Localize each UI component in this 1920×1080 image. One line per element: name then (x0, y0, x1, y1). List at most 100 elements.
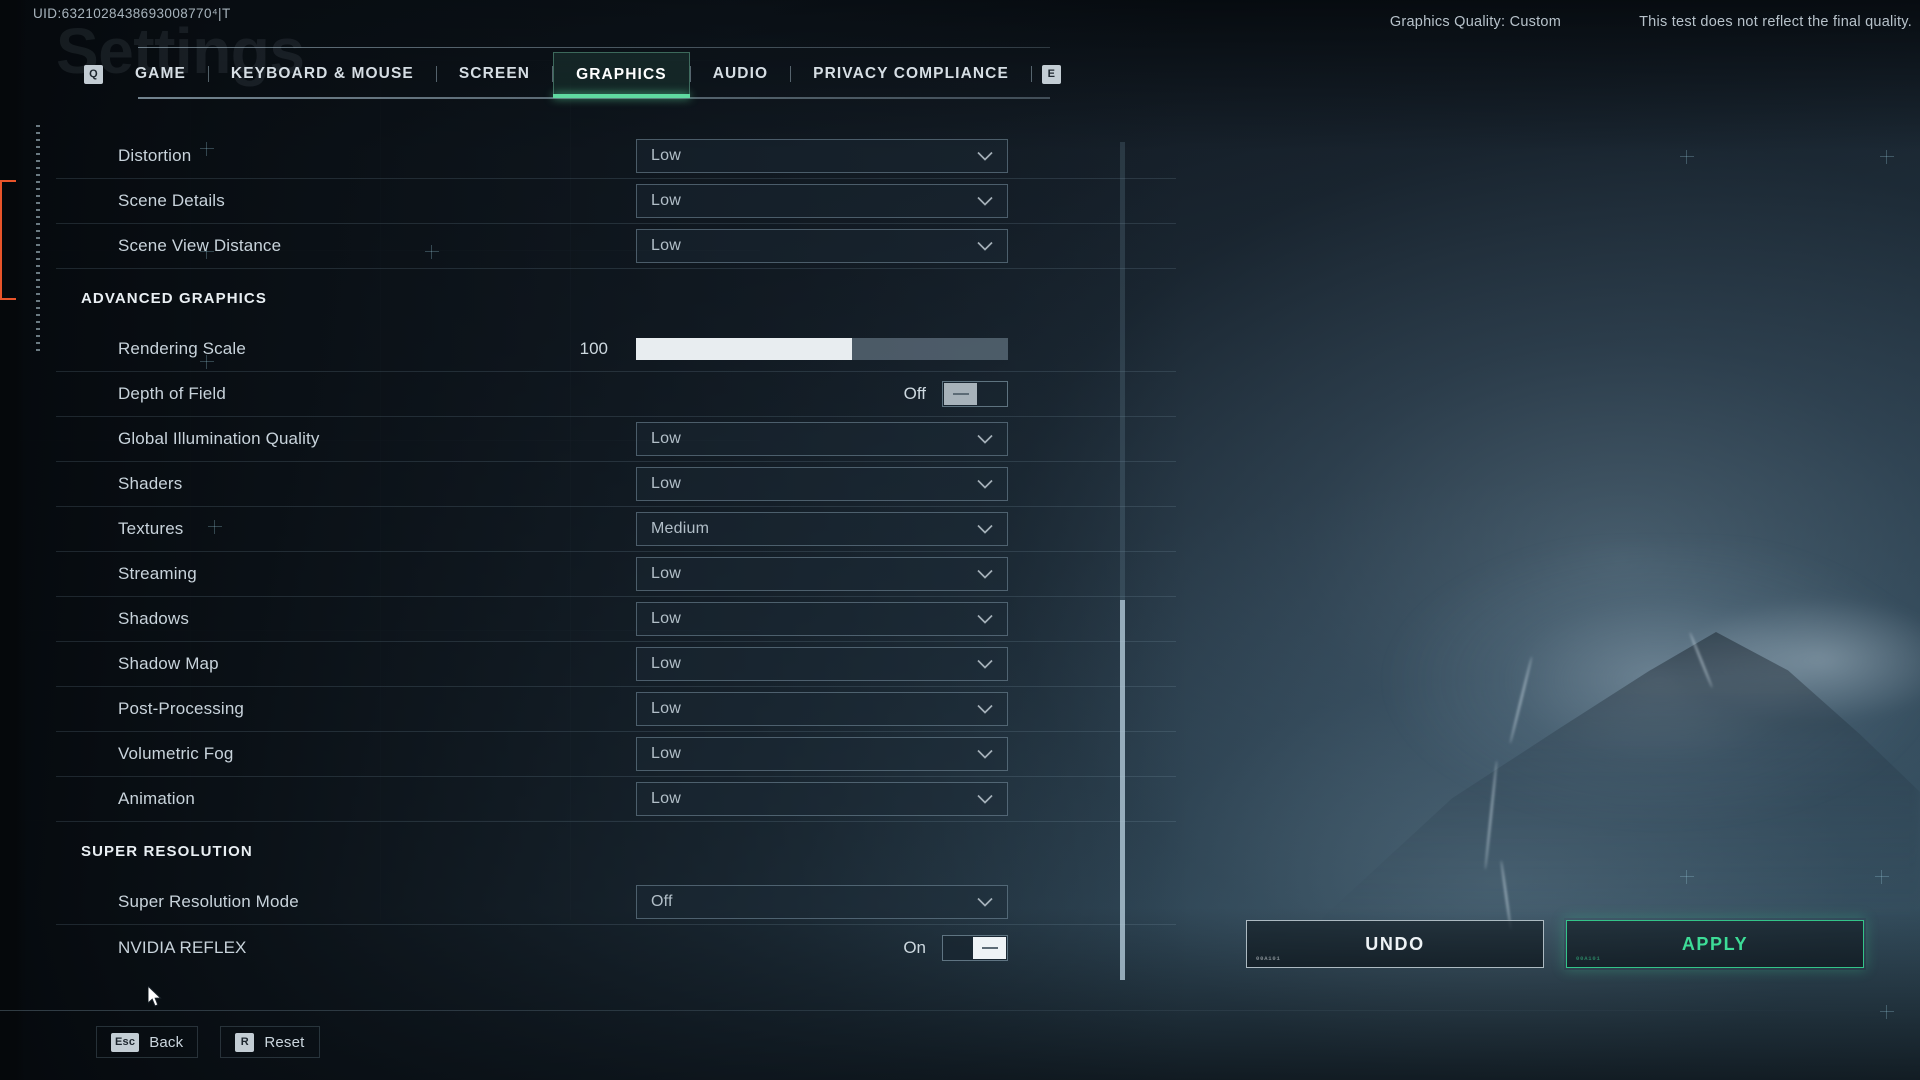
slider-group: 100 (574, 338, 1008, 360)
setting-control: Low (636, 647, 1008, 681)
setting-label: Animation (118, 789, 195, 808)
setting-row-nvidia-reflex[interactable]: NVIDIA REFLEX On (56, 925, 1176, 970)
setting-control: Low (636, 557, 1008, 591)
setting-control: Low (636, 737, 1008, 771)
uid-text: UID:6321028438693008770⁴|T (33, 6, 231, 21)
chevron-down-icon (977, 749, 993, 759)
dropdown-value: Medium (651, 520, 710, 537)
dropdown-super-resolution-mode[interactable]: Off (636, 885, 1008, 919)
setting-row-streaming[interactable]: Streaming Low (56, 552, 1176, 597)
dropdown-distortion[interactable]: Low (636, 139, 1008, 173)
dropdown-global-illumination-quality[interactable]: Low (636, 422, 1008, 456)
chevron-down-icon (977, 241, 993, 251)
setting-row-animation[interactable]: Animation Low (56, 777, 1176, 822)
setting-row-volumetric-fog[interactable]: Volumetric Fog Low (56, 732, 1176, 777)
slider-fill (636, 338, 852, 360)
dropdown-post-processing[interactable]: Low (636, 692, 1008, 726)
tab-audio[interactable]: AUDIO (691, 52, 790, 96)
setting-row-scene-details[interactable]: Scene Details Low (56, 179, 1176, 224)
tab-navigation: Q GAME KEYBOARD & MOUSE SCREEN GRAPHICS AUDIO… (74, 52, 1074, 98)
setting-label: Global Illumination Quality (118, 429, 320, 448)
dropdown-volumetric-fog[interactable]: Low (636, 737, 1008, 771)
dropdown-value: Low (651, 745, 681, 762)
dropdown-streaming[interactable]: Low (636, 557, 1008, 591)
back-shortcut-button[interactable]: Esc Back (96, 1026, 199, 1058)
toggle-nvidia-reflex[interactable] (942, 934, 1008, 961)
section-header-advanced-graphics: ADVANCED GRAPHICS (81, 289, 267, 307)
tab-keyboard-mouse[interactable]: KEYBOARD & MOUSE (209, 52, 436, 96)
setting-row-rendering-scale[interactable]: Rendering Scale 100 (56, 327, 1176, 372)
chevron-down-icon (977, 151, 993, 161)
toggle-group: On (903, 934, 1008, 961)
slider-rendering-scale[interactable] (636, 338, 1008, 360)
tab-prev-key[interactable]: Q (74, 52, 113, 96)
toggle-depth-of-field[interactable] (942, 381, 1008, 407)
dropdown-textures[interactable]: Medium (636, 512, 1008, 546)
setting-row-textures[interactable]: Textures Medium (56, 507, 1176, 552)
setting-row-shaders[interactable]: Shaders Low (56, 462, 1176, 507)
setting-control: On (903, 934, 1008, 961)
setting-row-shadows[interactable]: Shadows Low (56, 597, 1176, 642)
dropdown-shaders[interactable]: Low (636, 467, 1008, 501)
dropdown-value: Off (651, 893, 673, 910)
reset-shortcut-label: Reset (264, 1033, 305, 1051)
setting-control: Low (636, 229, 1008, 263)
settings-panel: Distortion Low Scene Details Low Scene View … (56, 134, 1176, 984)
tabbar-rule-top (138, 47, 1050, 48)
undo-button-label: UNDO (1365, 933, 1425, 954)
chevron-down-icon (977, 704, 993, 714)
slider-value: 100 (579, 339, 608, 358)
tab-game[interactable]: GAME (113, 52, 208, 96)
setting-row-post-processing[interactable]: Post-Processing Low (56, 687, 1176, 732)
undo-button[interactable]: UNDO 00A101 (1246, 920, 1544, 968)
esc-keycap: Esc (111, 1032, 140, 1052)
apply-button[interactable]: APPLY 00A101 (1566, 920, 1864, 968)
setting-control: Low (636, 139, 1008, 173)
setting-label: Rendering Scale (118, 339, 246, 358)
setting-row-scene-view-distance[interactable]: Scene View Distance Low (56, 224, 1176, 269)
tab-graphics[interactable]: GRAPHICS (553, 52, 690, 98)
chevron-down-icon (977, 614, 993, 624)
dropdown-animation[interactable]: Low (636, 782, 1008, 816)
apply-microtext: 00A101 (1576, 955, 1601, 962)
toggle-state-label: Off (903, 384, 926, 403)
setting-row-depth-of-field[interactable]: Depth of Field Off (56, 372, 1176, 417)
tab-privacy-compliance[interactable]: PRIVACY COMPLIANCE (791, 52, 1031, 96)
reset-shortcut-button[interactable]: R Reset (220, 1026, 320, 1058)
setting-row-global-illumination-quality[interactable]: Global Illumination Quality Low (56, 417, 1176, 462)
dropdown-scene-view-distance[interactable]: Low (636, 229, 1008, 263)
chevron-down-icon (977, 479, 993, 489)
setting-control: Off (636, 885, 1008, 919)
dropdown-scene-details[interactable]: Low (636, 184, 1008, 218)
dropdown-shadow-map[interactable]: Low (636, 647, 1008, 681)
dropdown-value: Low (651, 790, 681, 807)
setting-label: Volumetric Fog (118, 744, 234, 763)
dropdown-value: Low (651, 430, 681, 447)
chevron-down-icon (977, 794, 993, 804)
section-header-super-resolution: SUPER RESOLUTION (81, 842, 253, 860)
setting-control: 100 (574, 338, 1008, 360)
dropdown-shadows[interactable]: Low (636, 602, 1008, 636)
dropdown-value: Low (651, 475, 681, 492)
setting-row-distortion[interactable]: Distortion Low (56, 134, 1176, 179)
setting-row-super-resolution-mode[interactable]: Super Resolution Mode Off (56, 880, 1176, 925)
setting-control: Off (904, 381, 1008, 407)
dropdown-value: Low (651, 147, 681, 164)
graphics-quality-label: Graphics Quality: Custom (1389, 14, 1562, 30)
setting-control: Low (636, 422, 1008, 456)
dropdown-value: Low (651, 192, 681, 209)
tab-screen[interactable]: SCREEN (437, 52, 552, 96)
settings-scrollbar-thumb[interactable] (1120, 600, 1125, 980)
setting-label: Textures (118, 519, 184, 538)
tab-next-key[interactable]: E (1032, 52, 1071, 96)
chevron-down-icon (977, 196, 993, 206)
setting-control: Low (636, 602, 1008, 636)
setting-row-shadow-map[interactable]: Shadow Map Low (56, 642, 1176, 687)
setting-control: Medium (636, 512, 1008, 546)
test-disclaimer-label: This test does not reflect the final qua… (1639, 14, 1912, 30)
toggle-knob (944, 383, 977, 405)
setting-label: Streaming (118, 564, 197, 583)
mouse-cursor (148, 986, 162, 1007)
setting-control: Low (636, 692, 1008, 726)
dropdown-value: Low (651, 655, 681, 672)
